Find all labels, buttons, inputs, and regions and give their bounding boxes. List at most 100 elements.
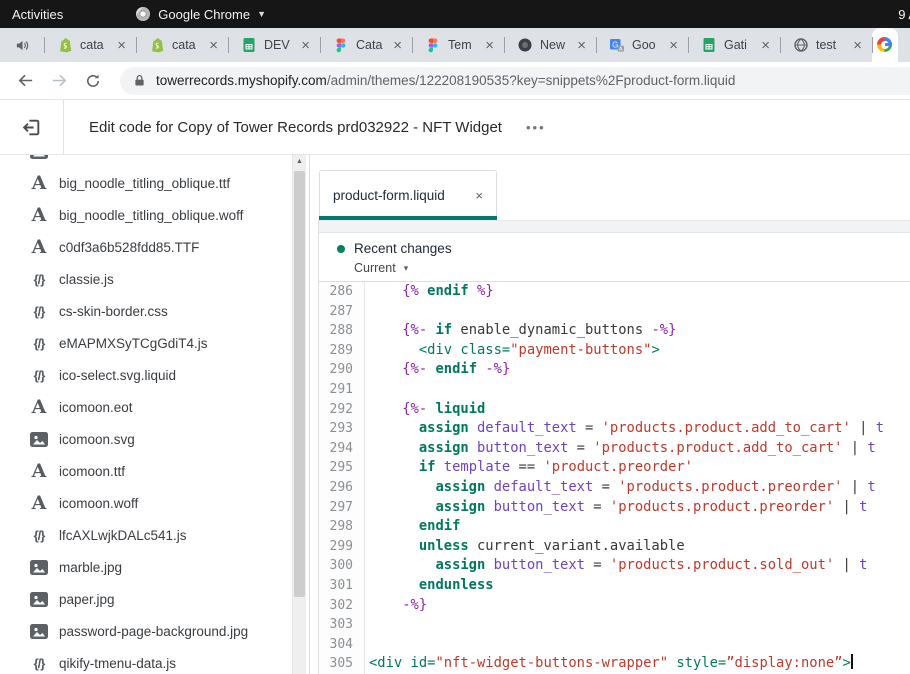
tab-close-icon[interactable]: × [759,38,772,53]
code-line: unless current_variant.available [369,537,910,557]
browser-tab-label: cata [172,38,207,52]
file-item[interactable]: icomoon.svg [0,423,309,455]
scrollbar-up-arrow-icon[interactable]: ▲ [293,158,306,165]
file-name: marble.jpg [59,560,122,575]
browser-tab-label: Gati [724,38,759,52]
file-item[interactable]: Aicomoon.eot [0,391,309,423]
browser-tab[interactable]: test× [780,28,872,62]
browser-tab-label: Tem [448,38,483,52]
line-number-gutter: 2862872882892902912922932942952962972982… [319,282,365,674]
tab-close-icon[interactable]: × [115,38,128,53]
line-number: 305 [319,654,353,674]
editor-tab-product-form[interactable]: product-form.liquid × [319,170,497,220]
code-area[interactable]: 2862872882892902912922932942952962972982… [319,282,910,674]
file-item[interactable]: {/}qikify-tmenu-data.js [0,647,309,674]
image-file-icon [30,432,48,447]
reload-icon[interactable] [80,68,106,94]
file-item-partial[interactable] [0,155,309,167]
sheets-icon [701,37,717,53]
lock-icon[interactable] [134,74,145,87]
tab-close-icon[interactable]: × [483,38,496,53]
file-name: big_noodle_titling_oblique.woff [59,208,243,223]
file-item[interactable]: paper.jpg [0,583,309,615]
font-file-icon: A [32,206,47,225]
browser-tab-label: cata [80,38,115,52]
file-name: c0df3a6b528fdd85.TTF [59,240,199,255]
browser-tab[interactable]: cata× [44,28,136,62]
browser-tab[interactable]: cata× [136,28,228,62]
file-item[interactable]: {/}classie.js [0,263,309,295]
browser-tab[interactable]: Cata× [320,28,412,62]
tab-close-icon[interactable]: × [575,38,588,53]
browser-tab[interactable]: Gati× [688,28,780,62]
dropdown-caret-icon: ▾ [404,263,409,274]
scrollbar-thumb[interactable] [294,171,305,597]
tab-close-icon[interactable]: × [207,38,220,53]
code-lines[interactable]: {% endif %} {%- if enable_dynamic_button… [365,282,910,674]
more-actions-button[interactable]: ••• [520,116,552,139]
file-name: eMAPMXSyTCgGdiT4.js [59,336,208,351]
chevron-down-icon: ▼ [257,9,266,19]
file-item[interactable]: {/} eMAPMXSyTCgGdiT4.js [0,327,309,359]
code-file-icon: {/} [34,368,45,383]
file-item[interactable]: Aicomoon.woff [0,487,309,519]
editor-tab-close-icon[interactable]: × [475,188,483,203]
speaker-audio-icon[interactable] [0,38,44,53]
figma-icon [333,37,349,53]
address-bar[interactable]: towerrecords.myshopify.com/admin/themes/… [120,67,910,95]
browser-tab[interactable] [872,28,898,62]
browser-tab[interactable]: New× [504,28,596,62]
browser-tab-label: Goo [632,38,667,52]
file-item[interactable]: Aicomoon.ttf [0,455,309,487]
url-host: towerrecords.myshopify.com [156,73,327,88]
code-line: assign button_text = 'products.product.s… [369,556,910,576]
file-item[interactable]: Ac0df3a6b528fdd85.TTF [0,231,309,263]
tab-close-icon[interactable]: × [391,38,404,53]
file-name: classie.js [59,272,114,287]
file-item[interactable]: Abig_noodle_titling_oblique.ttf [0,167,309,199]
file-name: icomoon.ttf [59,464,125,479]
code-line: <div id="nft-widget-buttons-wrapper" sty… [369,654,910,674]
app-menu[interactable]: Google Chrome ▼ [135,6,266,22]
screen: Activities Google Chrome ▼ 9 A cata×cata… [0,0,910,674]
image-file-icon [30,560,48,575]
system-clock[interactable]: 9 A [898,0,910,28]
file-item[interactable]: {/}lfcAXLwjkDALc541.js [0,519,309,551]
file-name: icomoon.svg [59,432,135,447]
code-line: {%- endif -%} [369,360,910,380]
code-file-icon: {/} [34,304,45,319]
tab-close-icon[interactable]: × [299,38,312,53]
line-number: 292 [319,400,353,420]
file-list: Abig_noodle_titling_oblique.ttfAbig_nood… [0,155,309,674]
file-item[interactable]: marble.jpg [0,551,309,583]
font-file-icon: A [32,238,47,257]
browser-tab-label: test [816,38,851,52]
url-text: towerrecords.myshopify.com/admin/themes/… [156,73,735,88]
exit-code-editor-button[interactable] [0,100,64,154]
file-item[interactable]: password-page-background.jpg [0,615,309,647]
code-file-icon: {/} [34,336,45,351]
translate-icon: GA [609,37,625,53]
forward-icon[interactable] [46,68,72,94]
browser-toolbar: towerrecords.myshopify.com/admin/themes/… [0,62,910,100]
file-item[interactable]: {/}ico-select.svg.liquid [0,359,309,391]
activities-button[interactable]: Activities [0,7,63,22]
file-item[interactable]: {/}cs-skin-border.css [0,295,309,327]
code-line: assign default_text = 'products.product.… [369,478,910,498]
version-dropdown[interactable]: Current ▾ [354,261,910,275]
browser-tab[interactable]: DEV× [228,28,320,62]
image-file-icon [30,592,48,607]
google-g-icon [877,37,893,53]
editor-tab-bar: product-form.liquid × [310,155,910,220]
tab-close-icon[interactable]: × [851,38,864,53]
editor-divider-strip [319,220,910,233]
back-icon[interactable] [12,68,38,94]
tab-close-icon[interactable]: × [667,38,680,53]
sidebar-scrollbar[interactable]: ▲ [292,155,306,674]
file-name: big_noodle_titling_oblique.ttf [59,176,230,191]
file-item[interactable]: Abig_noodle_titling_oblique.woff [0,199,309,231]
code-line [369,635,910,655]
code-file-icon: {/} [34,656,45,671]
browser-tab[interactable]: Tem× [412,28,504,62]
browser-tab[interactable]: GA Goo× [596,28,688,62]
